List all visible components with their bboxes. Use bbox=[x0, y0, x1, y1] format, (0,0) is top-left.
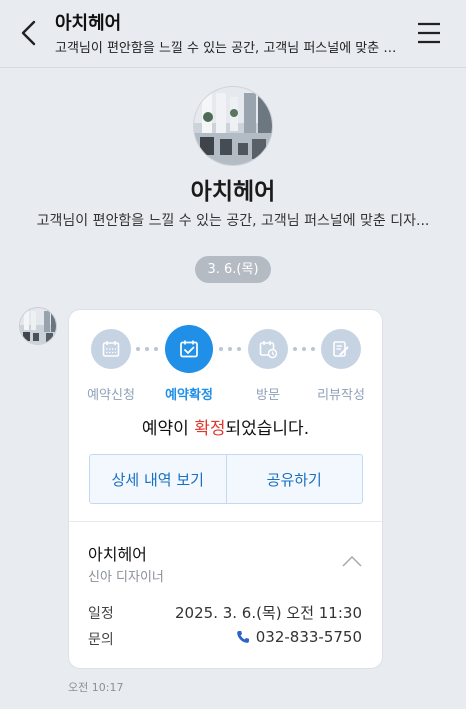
contact-label: 문의 bbox=[88, 632, 114, 648]
step-connector bbox=[219, 347, 241, 351]
collapse-button[interactable] bbox=[342, 552, 362, 567]
sender-avatar[interactable] bbox=[19, 307, 57, 345]
calendar-clock-icon bbox=[259, 341, 278, 359]
review-edit-icon bbox=[333, 341, 349, 357]
calendar-check-icon bbox=[180, 340, 198, 358]
step-label-confirmed: 예약확정 bbox=[165, 388, 213, 403]
chat-title: 아치헤어 bbox=[55, 13, 122, 34]
view-details-button[interactable]: 상세 내역 보기 bbox=[90, 455, 226, 503]
card-divider bbox=[69, 521, 382, 522]
contact-phone-link[interactable]: 032-833-5750 bbox=[236, 628, 362, 646]
action-buttons: 상세 내역 보기 공유하기 bbox=[89, 454, 363, 504]
share-button[interactable]: 공유하기 bbox=[225, 455, 363, 503]
confirmation-message: 예약이 확정되었습니다. bbox=[69, 414, 382, 439]
phone-icon bbox=[236, 631, 249, 643]
message-time: 오전 10:17 bbox=[68, 681, 124, 694]
step-label-visit: 방문 bbox=[256, 388, 280, 403]
hamburger-icon bbox=[418, 22, 440, 44]
menu-button[interactable] bbox=[416, 20, 442, 46]
shop-name: 아치헤어 bbox=[88, 545, 147, 564]
confirm-highlight: 확정 bbox=[194, 419, 226, 439]
step-label-request: 예약신청 bbox=[87, 388, 135, 403]
reservation-card: 예약신청 예약확정 방문 리뷰작성 예약이 확정되었습니다. 상세 내역 보기 … bbox=[68, 309, 383, 669]
chevron-up-icon bbox=[342, 556, 362, 567]
top-bar: 아치헤어 고객님이 편안함을 느낄 수 있는 공간, 고객님 퍼스널에 맞춘 디… bbox=[0, 0, 466, 68]
profile-name: 아치헤어 bbox=[190, 179, 276, 205]
designer-name: 신아 디자이너 bbox=[88, 570, 164, 585]
step-request bbox=[91, 329, 131, 369]
profile-image[interactable] bbox=[193, 86, 273, 166]
step-connector bbox=[293, 347, 315, 351]
schedule-value: 2025. 3. 6.(목) 오전 11:30 bbox=[175, 604, 362, 622]
date-divider: 3. 6.(목) bbox=[195, 256, 271, 283]
step-label-review: 리뷰작성 bbox=[317, 388, 365, 403]
step-confirmed bbox=[165, 325, 213, 373]
chat-subtitle: 고객님이 편안함을 느낄 수 있는 공간, 고객님 퍼스널에 맞춘 디... bbox=[55, 41, 400, 56]
step-visit bbox=[248, 329, 288, 369]
step-connector bbox=[136, 347, 158, 351]
schedule-label: 일정 bbox=[88, 606, 114, 622]
chevron-left-icon bbox=[21, 20, 36, 46]
calendar-icon bbox=[102, 341, 120, 357]
profile-description: 고객님이 편안함을 느낄 수 있는 공간, 고객님 퍼스널에 맞춘 디자... bbox=[36, 213, 430, 229]
back-button[interactable] bbox=[16, 18, 44, 48]
salon-avatar-icon bbox=[20, 308, 56, 344]
confirm-prefix: 예약이 bbox=[141, 419, 195, 439]
salon-photo-icon bbox=[194, 87, 272, 165]
contact-phone-number: 032-833-5750 bbox=[255, 628, 362, 646]
step-review bbox=[321, 329, 361, 369]
confirm-suffix: 되었습니다. bbox=[225, 419, 310, 439]
